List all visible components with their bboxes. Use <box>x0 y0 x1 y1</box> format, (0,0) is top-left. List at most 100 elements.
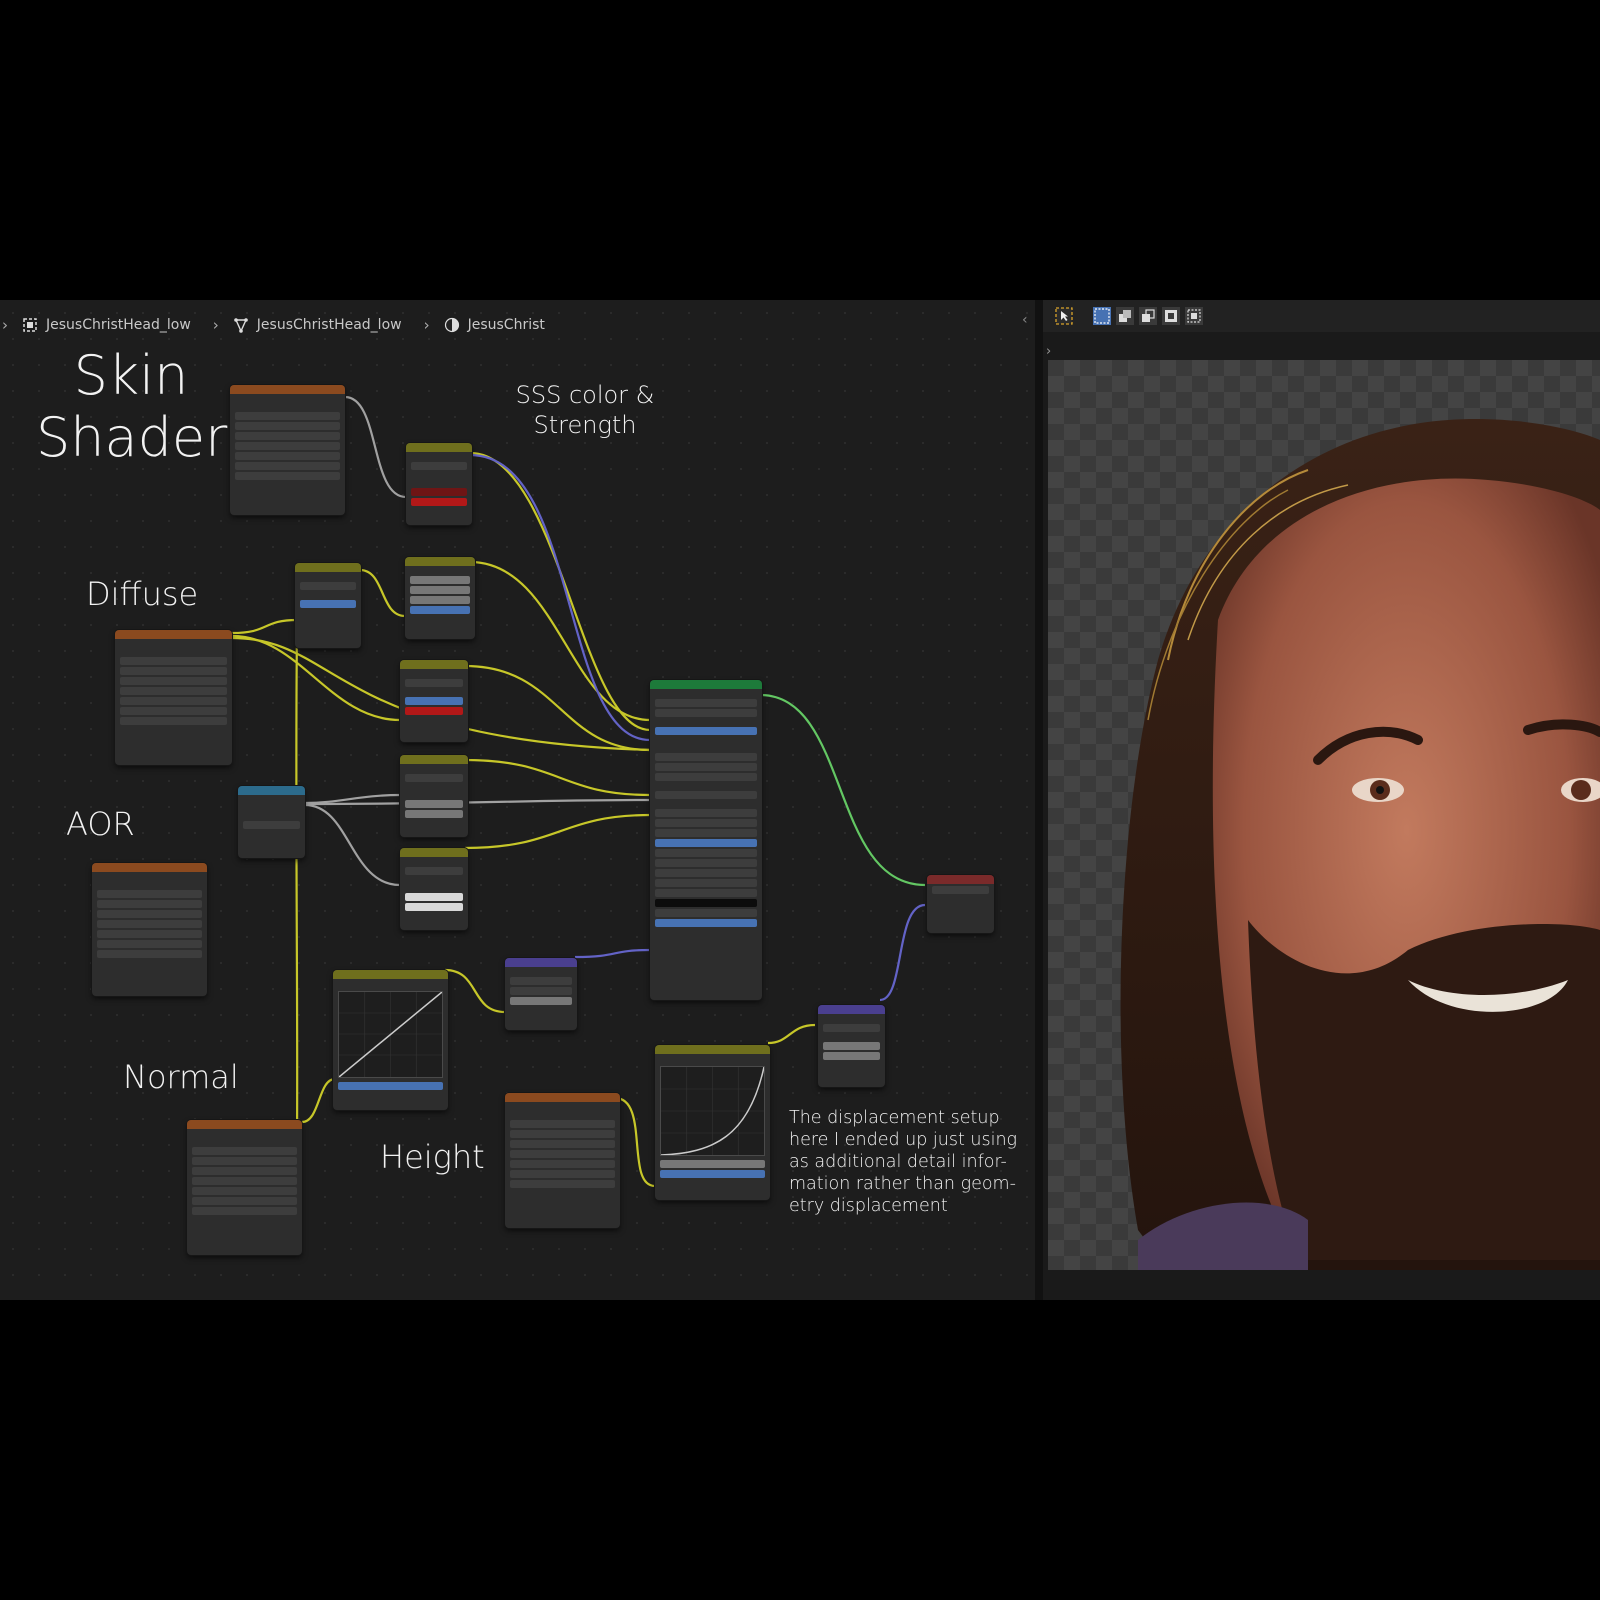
interpolation-select[interactable] <box>97 900 202 908</box>
specular-mix-node[interactable] <box>400 755 468 837</box>
node-header[interactable] <box>400 660 468 669</box>
specular-tint-field[interactable] <box>655 791 757 799</box>
alpha-select[interactable] <box>120 717 227 725</box>
fac-slider[interactable] <box>405 697 463 705</box>
diffuse-image-texture-node[interactable] <box>115 630 232 765</box>
color1-swatch[interactable] <box>405 893 463 901</box>
space-select[interactable] <box>510 977 572 985</box>
multiply-node[interactable] <box>400 660 468 742</box>
blend-mode-select[interactable] <box>411 462 467 470</box>
colorspace-select[interactable] <box>120 707 227 715</box>
select-intersect-icon[interactable] <box>1185 307 1203 325</box>
select-box-icon[interactable] <box>1093 307 1111 325</box>
anisotropic-field[interactable] <box>655 809 757 817</box>
blend-mode-select[interactable] <box>300 582 356 590</box>
node-header[interactable] <box>238 786 305 795</box>
uv-map-field[interactable] <box>510 987 572 995</box>
select-tool-icon[interactable] <box>1055 307 1073 325</box>
node-editor[interactable]: › JesusChristHead_low › JesusChristHead_… <box>0 300 1035 1300</box>
source-select[interactable] <box>192 1187 297 1195</box>
source-select[interactable] <box>97 930 202 938</box>
sheen-field[interactable] <box>655 829 757 837</box>
curve-graph[interactable] <box>338 991 443 1078</box>
normal-map-node[interactable] <box>505 958 577 1030</box>
node-header[interactable] <box>505 958 577 967</box>
strength-field[interactable] <box>510 997 572 1005</box>
node-header[interactable] <box>400 755 468 764</box>
subsurface-slider[interactable] <box>655 727 757 735</box>
subsurface-ior-field[interactable] <box>655 753 757 761</box>
sss-mix-node[interactable] <box>406 443 472 525</box>
node-header[interactable] <box>295 563 361 572</box>
interpolation-select[interactable] <box>192 1157 297 1165</box>
area-divider[interactable] <box>1035 300 1043 1300</box>
roughness-mix-node[interactable] <box>400 848 468 930</box>
color2-swatch[interactable] <box>405 810 463 818</box>
extension-select[interactable] <box>97 920 202 928</box>
alpha-select[interactable] <box>235 472 340 480</box>
height-image-texture-node[interactable] <box>505 1093 620 1228</box>
displacement-node[interactable] <box>818 1005 885 1087</box>
transmission-field[interactable] <box>655 879 757 887</box>
select-subtract-icon[interactable] <box>1139 307 1157 325</box>
alpha-select[interactable] <box>192 1207 297 1215</box>
projection-select[interactable] <box>97 910 202 918</box>
value-field[interactable] <box>410 596 470 604</box>
mode-select[interactable] <box>243 821 300 829</box>
node-header[interactable] <box>818 1005 885 1014</box>
render-viewport[interactable]: › <box>1043 332 1600 1300</box>
node-header[interactable] <box>115 630 232 639</box>
projection-select[interactable] <box>235 432 340 440</box>
node-header[interactable] <box>230 385 345 394</box>
node-header[interactable] <box>400 848 468 857</box>
height-curves-node[interactable] <box>655 1045 770 1200</box>
curve-point-field[interactable] <box>660 1160 765 1168</box>
fac-slider[interactable] <box>660 1170 765 1178</box>
projection-select[interactable] <box>120 677 227 685</box>
source-select[interactable] <box>120 697 227 705</box>
metallic-field[interactable] <box>655 773 757 781</box>
colorspace-select[interactable] <box>510 1170 615 1178</box>
image-field[interactable] <box>120 657 227 665</box>
image-field[interactable] <box>192 1147 297 1155</box>
sss-image-texture-node[interactable] <box>230 385 345 515</box>
ior-field[interactable] <box>655 869 757 877</box>
aor-image-texture-node[interactable] <box>92 863 207 996</box>
anisotropic-rotation-field[interactable] <box>655 819 757 827</box>
sheen-tint-slider[interactable] <box>655 839 757 847</box>
node-header[interactable] <box>655 1045 770 1054</box>
node-header[interactable] <box>505 1093 620 1102</box>
transmission-roughness-field[interactable] <box>655 889 757 897</box>
extension-select[interactable] <box>235 442 340 450</box>
blend-mode-select[interactable] <box>405 679 463 687</box>
normal-image-texture-node[interactable] <box>187 1120 302 1255</box>
alpha-slider[interactable] <box>655 919 757 927</box>
colorspace-select[interactable] <box>97 940 202 948</box>
alpha-select[interactable] <box>97 950 202 958</box>
node-header[interactable] <box>927 875 994 884</box>
extension-select[interactable] <box>510 1150 615 1158</box>
interpolation-select[interactable] <box>120 667 227 675</box>
chevron-right-icon[interactable]: › <box>1046 344 1051 359</box>
projection-select[interactable] <box>192 1167 297 1175</box>
midlevel-field[interactable] <box>823 1042 880 1050</box>
fac-slider[interactable] <box>338 1082 443 1090</box>
color2-swatch[interactable] <box>405 707 463 715</box>
normal-curves-node[interactable] <box>333 970 448 1110</box>
distribution-select[interactable] <box>655 699 757 707</box>
node-header[interactable] <box>187 1120 302 1129</box>
color2-swatch[interactable] <box>411 498 467 506</box>
image-field[interactable] <box>235 412 340 420</box>
subsurface-method-select[interactable] <box>655 709 757 717</box>
extension-select[interactable] <box>120 687 227 695</box>
select-invert-icon[interactable] <box>1162 307 1180 325</box>
colorspace-select[interactable] <box>235 462 340 470</box>
color-mix-node[interactable] <box>295 563 361 648</box>
image-field[interactable] <box>97 890 202 898</box>
colorspace-select[interactable] <box>192 1197 297 1205</box>
extension-select[interactable] <box>192 1177 297 1185</box>
fac-slider[interactable] <box>300 600 356 608</box>
node-header[interactable] <box>406 443 472 452</box>
image-field[interactable] <box>510 1120 615 1128</box>
source-select[interactable] <box>510 1160 615 1168</box>
